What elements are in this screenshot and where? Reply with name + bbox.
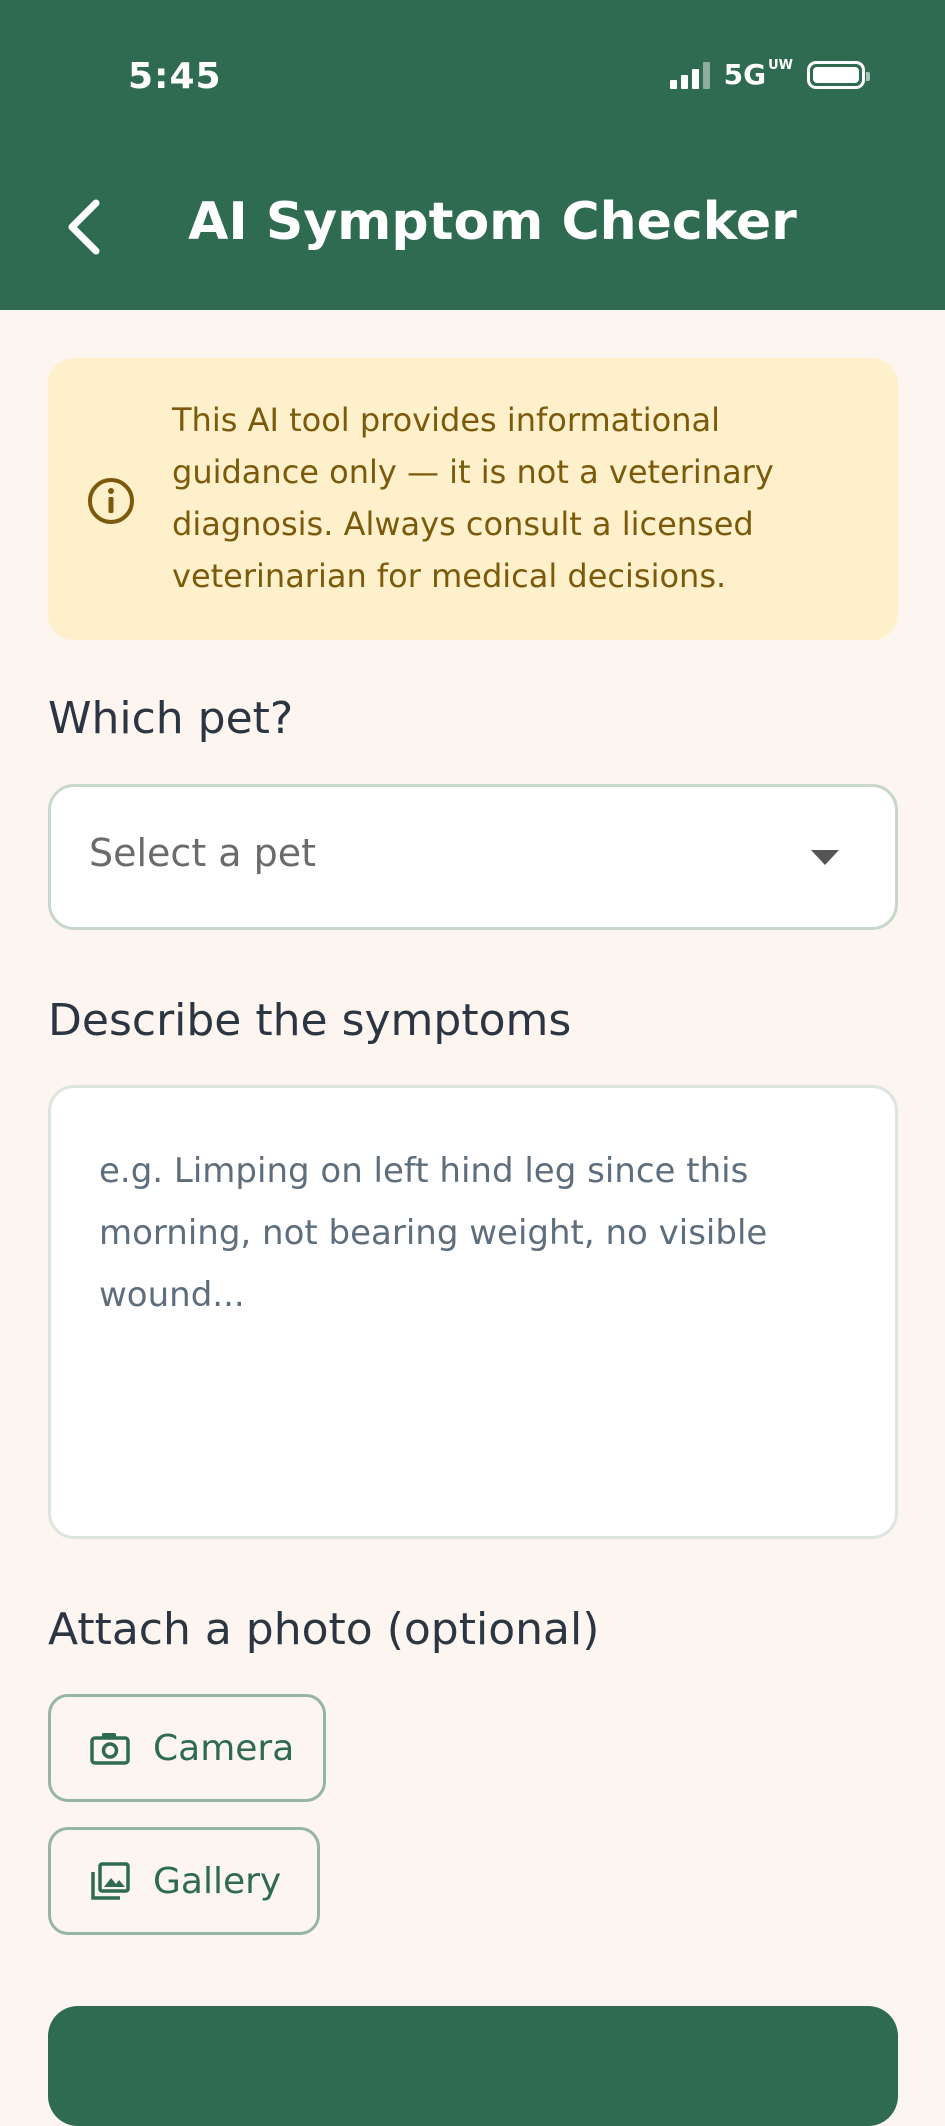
network-indicator: 5G UW xyxy=(724,58,793,91)
disclaimer-banner: This AI tool provides informational guid… xyxy=(48,358,898,640)
submit-button[interactable] xyxy=(48,2006,898,2126)
symptoms-input[interactable] xyxy=(48,1085,898,1539)
network-label: 5G xyxy=(723,58,767,91)
camera-label: Camera xyxy=(153,1727,295,1769)
disclaimer-text: This AI tool provides informational guid… xyxy=(172,401,774,595)
caret-down-icon xyxy=(811,850,839,865)
status-indicators: 5G UW xyxy=(669,58,870,91)
photo-label: Attach a photo (optional) xyxy=(48,1604,600,1655)
pet-select-value: Select a pet xyxy=(89,831,317,875)
camera-icon xyxy=(90,1733,130,1765)
symptoms-label: Describe the symptoms xyxy=(48,995,572,1046)
gallery-button[interactable]: Gallery xyxy=(48,1827,320,1935)
gallery-icon xyxy=(91,1862,130,1900)
pet-select[interactable]: Select a pet xyxy=(48,784,898,930)
status-time: 5:45 xyxy=(128,56,222,97)
gallery-label: Gallery xyxy=(153,1860,282,1902)
app-header: 5:45 5G UW AI Symptom Checker xyxy=(0,0,945,310)
network-suffix: UW xyxy=(768,58,793,73)
battery-icon xyxy=(807,60,870,89)
camera-button[interactable]: Camera xyxy=(48,1694,326,1802)
info-circle-icon xyxy=(86,476,136,530)
signal-icon xyxy=(669,61,710,89)
page-title: AI Symptom Checker xyxy=(188,192,797,252)
pet-select-label: Which pet? xyxy=(48,693,294,744)
